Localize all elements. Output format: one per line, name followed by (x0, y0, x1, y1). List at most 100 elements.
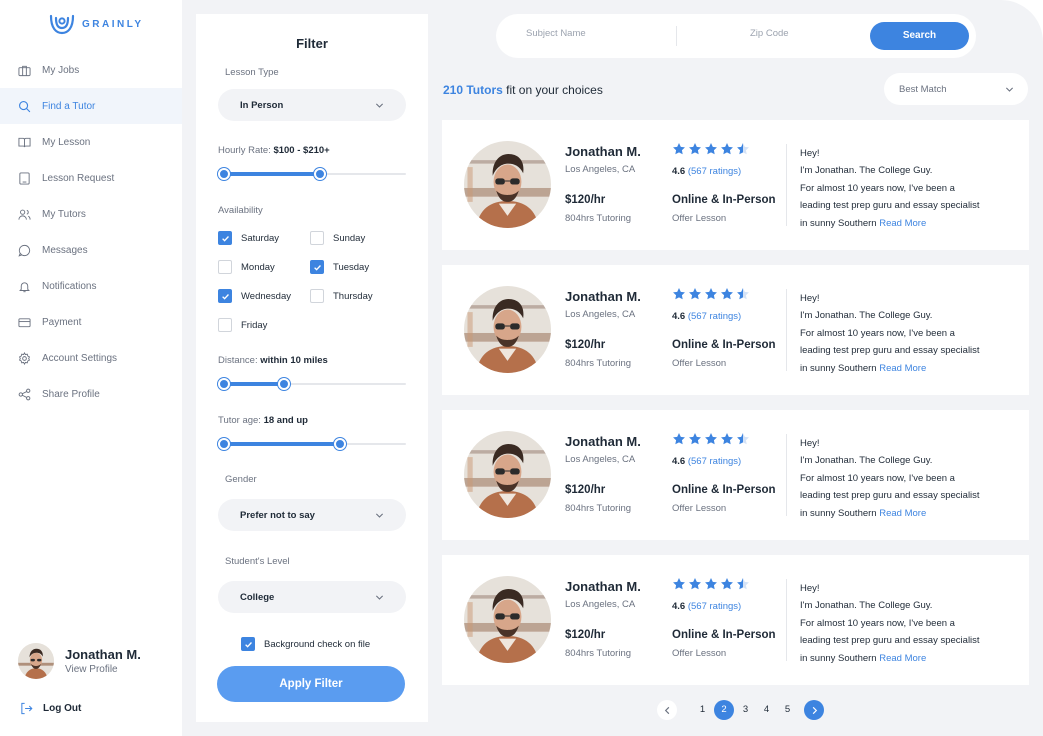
checkbox-wednesday[interactable]: Wednesday (218, 289, 291, 303)
distance-value: within 10 miles (260, 355, 328, 366)
page-5[interactable]: 5 (777, 700, 798, 720)
tutor-hours: 804hrs Tutoring (565, 213, 632, 224)
star-icon (721, 143, 733, 155)
tutor-card[interactable]: Jonathan M. Los Angeles, CA $120/hr 804hrs … (442, 555, 1029, 685)
checkbox-saturday[interactable]: Saturday (218, 231, 279, 245)
checkbox-tuesday[interactable]: Tuesday (310, 260, 369, 274)
lesson-type-select[interactable]: In Person (218, 89, 406, 121)
slider-max-handle[interactable] (314, 168, 327, 180)
card-divider (786, 144, 787, 226)
tutor-age-label: Tutor age: 18 and up (218, 415, 308, 426)
rating-count-link[interactable]: (567 ratings) (688, 456, 741, 467)
chevron-left-icon (664, 706, 669, 714)
previous-page-button[interactable] (657, 700, 677, 720)
page-3[interactable]: 3 (735, 700, 756, 720)
sidebar-item-payment[interactable]: Payment (0, 304, 182, 340)
page-2[interactable]: 2 (714, 700, 734, 720)
sort-select[interactable]: Best Match (884, 73, 1028, 105)
logout-button[interactable]: Log Out (20, 702, 81, 715)
bio-line: I'm Jonathan. The College Guy. (800, 310, 933, 322)
tutor-name[interactable]: Jonathan M. (565, 434, 641, 449)
brand-logo[interactable]: GRAINLY (48, 12, 144, 36)
tutor-name[interactable]: Jonathan M. (565, 289, 641, 304)
slider-min-handle[interactable] (218, 438, 230, 450)
hourly-rate-slider[interactable] (218, 168, 406, 180)
read-more-link[interactable]: Read More (879, 653, 926, 664)
tutor-photo-icon (464, 576, 551, 663)
sidebar-item-messages[interactable]: Messages (0, 232, 182, 268)
subject-name-input[interactable]: Subject Name (526, 28, 586, 39)
apply-filter-button[interactable]: Apply Filter (217, 666, 405, 702)
star-icon (721, 578, 733, 590)
sidebar-item-label: My Tutors (42, 208, 86, 220)
tutor-card[interactable]: Jonathan M. Los Angeles, CA $120/hr 804hrs … (442, 120, 1029, 250)
tutor-photo[interactable] (464, 141, 551, 228)
bell-icon (18, 280, 31, 293)
sidebar-item-share-profile[interactable]: Share Profile (0, 376, 182, 412)
tutor-photo[interactable] (464, 576, 551, 663)
star-icon (705, 433, 717, 445)
filter-panel: Filter Lesson Type In Person Hourly Rate… (196, 14, 428, 722)
sidebar-item-account-settings[interactable]: Account Settings (0, 340, 182, 376)
hourly-rate-label-text: Hourly Rate: (218, 145, 271, 156)
sidebar-item-notifications[interactable]: Notifications (0, 268, 182, 304)
star-rating (672, 432, 750, 446)
rating-count-link[interactable]: (567 ratings) (688, 601, 741, 612)
logout-label: Log Out (43, 703, 82, 714)
slider-min-handle[interactable] (218, 168, 230, 180)
search-button[interactable]: Search (870, 22, 969, 50)
star-icon (737, 433, 749, 445)
lesson-mode: Online & In-Person (672, 484, 776, 496)
read-more-link[interactable]: Read More (879, 363, 926, 374)
page-1[interactable]: 1 (692, 700, 713, 720)
checkbox-monday[interactable]: Monday (218, 260, 275, 274)
bio-line: Hey! (800, 438, 820, 449)
background-check-checkbox[interactable]: Background check on file (241, 637, 370, 651)
gender-select[interactable]: Prefer not to say (218, 499, 406, 531)
student-level-select[interactable]: College (218, 581, 406, 613)
results-number: 210 Tutors (443, 83, 503, 97)
checkbox-box (218, 260, 232, 274)
sidebar-item-lesson-request[interactable]: Lesson Request (0, 160, 182, 196)
sidebar-item-my-jobs[interactable]: My Jobs (0, 52, 182, 88)
rating-count-link[interactable]: (567 ratings) (688, 311, 741, 322)
tutor-age-slider[interactable] (218, 438, 406, 450)
star-icon (705, 143, 717, 155)
rating-value: 4.6 (672, 456, 686, 467)
tutor-photo[interactable] (464, 286, 551, 373)
slider-max-handle[interactable] (278, 378, 291, 390)
tutor-name[interactable]: Jonathan M. (565, 579, 641, 594)
view-profile-link[interactable]: View Profile (65, 664, 141, 675)
offer-lesson-link[interactable]: Offer Lesson (672, 358, 726, 369)
sidebar-item-my-lesson[interactable]: My Lesson (0, 124, 182, 160)
checkbox-label: Tuesday (333, 261, 370, 273)
rating-count-link[interactable]: (567 ratings) (688, 166, 741, 177)
distance-slider[interactable] (218, 378, 406, 390)
tutor-rate: $120/hr (565, 484, 606, 496)
sidebar-item-my-tutors[interactable]: My Tutors (0, 196, 182, 232)
star-icon (705, 288, 717, 300)
tutor-hours: 804hrs Tutoring (565, 358, 632, 369)
card-divider (786, 434, 787, 516)
tutor-card[interactable]: Jonathan M. Los Angeles, CA $120/hr 804hrs … (442, 410, 1029, 540)
offer-lesson-link[interactable]: Offer Lesson (672, 648, 726, 659)
bio-line: in sunny Southern (800, 362, 877, 374)
read-more-link[interactable]: Read More (879, 508, 926, 519)
offer-lesson-link[interactable]: Offer Lesson (672, 503, 726, 514)
slider-max-handle[interactable] (334, 438, 347, 450)
tutor-name[interactable]: Jonathan M. (565, 144, 641, 159)
next-page-button[interactable] (804, 700, 824, 720)
page-4[interactable]: 4 (756, 700, 777, 720)
offer-lesson-link[interactable]: Offer Lesson (672, 213, 726, 224)
tutor-card[interactable]: Jonathan M. Los Angeles, CA $120/hr 804hrs … (442, 265, 1029, 395)
sidebar-item-find-a-tutor[interactable]: Find a Tutor (0, 88, 182, 124)
checkbox-thursday[interactable]: Thursday (310, 289, 373, 303)
user-profile[interactable]: Jonathan M. View Profile (18, 643, 141, 679)
slider-min-handle[interactable] (218, 378, 230, 390)
checkbox-sunday[interactable]: Sunday (310, 231, 365, 245)
zip-code-input[interactable]: Zip Code (750, 28, 789, 39)
checkbox-friday[interactable]: Friday (218, 318, 267, 332)
read-more-link[interactable]: Read More (879, 218, 926, 229)
star-icon (721, 433, 733, 445)
tutor-photo[interactable] (464, 431, 551, 518)
